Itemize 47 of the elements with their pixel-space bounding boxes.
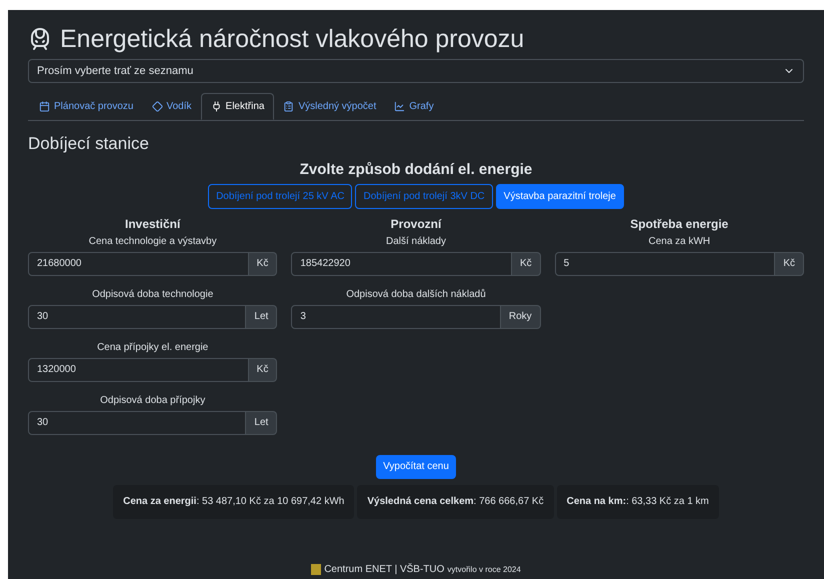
column-title: Spotřeba energie [629,216,730,232]
unit-label: Roky [500,304,541,328]
calculate-button[interactable]: Vypočítat cenu [376,454,456,478]
field-label: Odpisová doba technologie [91,288,214,302]
result-card: Výsledná cena celkem: 766 666,67 Kč [357,484,554,518]
footer-name: Centrum ENET | VŠB-TUO [324,562,444,577]
number-field[interactable]: 3 [291,304,501,328]
route-select[interactable]: Prosím vyberte trať ze seznamu [28,59,804,83]
number-field[interactable]: 1320000 [28,358,249,382]
field-label: Odpisová doba dalších nákladů [345,288,487,302]
unit-label: Kč [512,252,541,276]
unit-label: Kč [248,358,278,382]
number-field[interactable]: 185422920 [291,252,512,276]
page-title: Energetická náročnost vlakového provozu [60,24,524,55]
diamond-icon [152,101,162,112]
field-label: Cena technologie a výstavby [88,234,218,248]
clipboard-icon [283,101,294,112]
field-label: Další náklady [384,234,447,248]
unit-label: Let [246,304,278,328]
tab[interactable]: Elektřina [200,93,274,120]
plug-icon [210,101,222,112]
calendar-icon [39,101,50,112]
unit-label: Let [246,410,278,434]
field-label: Cena za kWH [647,234,712,248]
tab[interactable]: Výsledný výpočet [274,93,386,120]
tab[interactable]: Vodík [142,93,201,120]
field-label: Odpisová doba přípojky [99,394,206,408]
footer-note: vytvořilo v roce 2024 [447,564,521,576]
result-card: Cena za energii: 53 487,10 Kč za 10 697,42 kWh [113,484,354,518]
delivery-option[interactable]: Výstavba parazitní troleje [496,184,624,208]
logo-icon [311,564,322,575]
train-icon [28,27,52,51]
number-field[interactable]: 30 [28,410,246,434]
number-field[interactable]: 21680000 [28,252,249,276]
tab[interactable]: Plánovač provozu [30,93,142,120]
unit-label: Kč [248,252,278,276]
tab[interactable]: Grafy [385,93,443,120]
number-field[interactable]: 5 [554,252,776,276]
section-title: Dobíjecí stanice [28,133,150,155]
column-title: Provozní [390,216,443,232]
field-label: Cena přípojky el. energie [96,340,210,354]
number-field[interactable]: 30 [28,304,246,328]
delivery-title: Zvolte způsob dodání el. energie [298,160,534,180]
result-card: Cena na km:: 63,33 Kč za 1 km [556,484,719,518]
chart-icon [394,101,406,112]
column-title: Investiční [124,216,182,232]
unit-label: Kč [775,252,804,276]
